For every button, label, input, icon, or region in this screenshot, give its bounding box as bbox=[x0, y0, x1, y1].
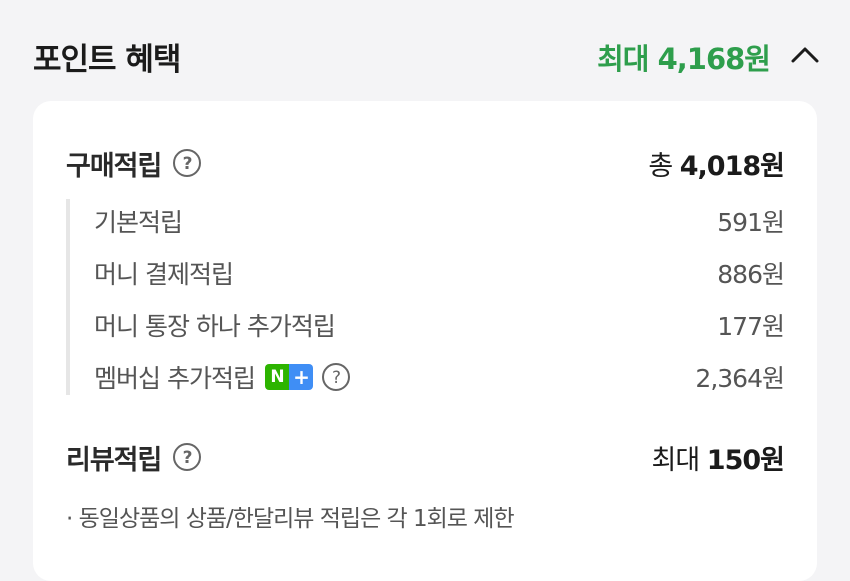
list-item: 기본적립 591원 bbox=[94, 201, 785, 241]
svg-text:?: ? bbox=[183, 154, 192, 174]
max-prefix: 최대 bbox=[597, 42, 649, 76]
purchase-total-amount: 4,018원 bbox=[679, 150, 785, 182]
item-label: 머니 통장 하나 추가적립 bbox=[94, 312, 336, 341]
item-value: 177원 bbox=[717, 312, 785, 341]
list-item: 머니 통장 하나 추가적립 177원 bbox=[94, 305, 785, 345]
review-max-prefix: 최대 bbox=[651, 444, 701, 476]
purchase-points-label: 구매적립 bbox=[66, 150, 162, 182]
review-max: 최대 150원 bbox=[651, 438, 785, 477]
membership-help-icon[interactable]: ? bbox=[321, 362, 351, 392]
naver-plus-badge: N + bbox=[264, 364, 313, 390]
purchase-total: 총 4,018원 bbox=[648, 144, 785, 183]
benefits-card: 구매적립 ? 총 4,018원 기본적립 591원 머니 결제적립 886원 머… bbox=[33, 101, 817, 581]
item-value: 886원 bbox=[717, 260, 785, 289]
review-limit-note: · 동일상품의 상품/한달리뷰 적립은 각 1회로 제한 bbox=[66, 506, 515, 532]
badge-n: N bbox=[264, 364, 289, 390]
item-label: 기본적립 bbox=[94, 208, 183, 237]
item-value: 591원 bbox=[717, 208, 785, 237]
list-item: 멤버십 추가적립 N + ? 2,364원 bbox=[94, 357, 785, 397]
collapse-button[interactable] bbox=[788, 40, 822, 70]
benefits-header[interactable]: 포인트 혜택 최대 4,168원 bbox=[0, 0, 850, 100]
review-max-amount: 150원 bbox=[706, 444, 785, 476]
item-label: 멤버십 추가적립 bbox=[94, 364, 256, 393]
item-value: 2,364원 bbox=[695, 364, 785, 393]
list-item: 머니 결제적립 886원 bbox=[94, 253, 785, 293]
review-points-row: 리뷰적립 ? 최대 150원 bbox=[66, 437, 785, 477]
item-label: 머니 결제적립 bbox=[94, 260, 234, 289]
svg-text:?: ? bbox=[183, 448, 192, 468]
max-points-summary: 최대 4,168원 bbox=[597, 36, 771, 78]
badge-plus: + bbox=[288, 364, 313, 390]
section-title: 포인트 혜택 bbox=[33, 42, 181, 78]
svg-text:?: ? bbox=[332, 368, 340, 388]
chevron-up-icon bbox=[791, 47, 819, 63]
review-help-icon[interactable]: ? bbox=[172, 442, 202, 472]
purchase-breakdown-list: 기본적립 591원 머니 결제적립 886원 머니 통장 하나 추가적립 177… bbox=[66, 199, 785, 397]
review-points-label: 리뷰적립 bbox=[66, 444, 162, 476]
purchase-help-icon[interactable]: ? bbox=[172, 148, 202, 178]
purchase-total-prefix: 총 bbox=[648, 150, 673, 182]
max-amount: 4,168원 bbox=[657, 42, 771, 76]
purchase-points-row: 구매적립 ? 총 4,018원 bbox=[66, 143, 785, 183]
